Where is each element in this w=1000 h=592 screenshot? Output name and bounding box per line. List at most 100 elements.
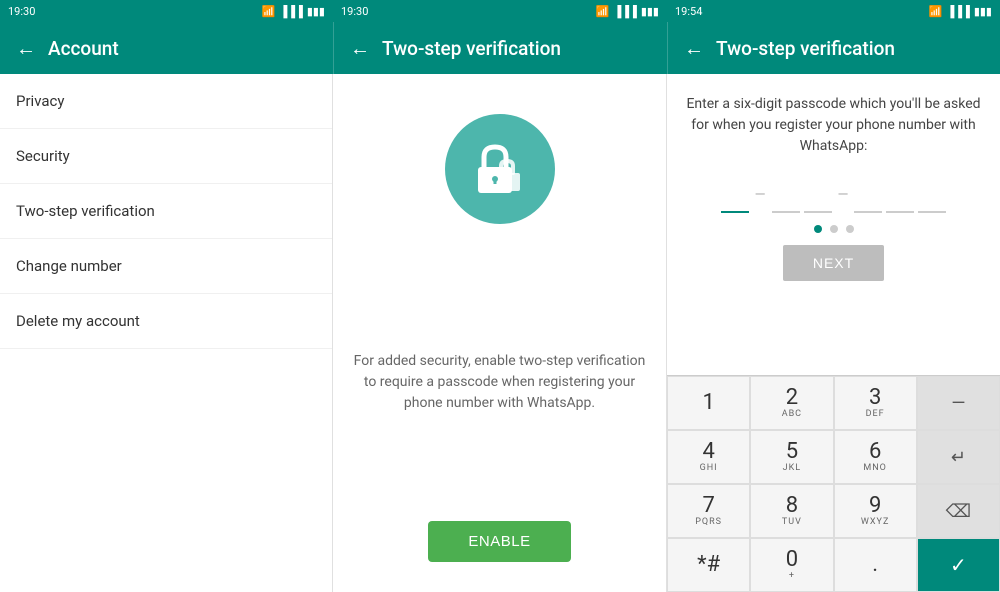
passcode-input-row: — — xyxy=(683,177,984,213)
confirm-icon: ✓ xyxy=(950,553,967,577)
numpad-letters-4: GHI xyxy=(700,463,718,473)
numpad-key-9[interactable]: 9 WXYZ xyxy=(834,484,917,538)
back-button-mid[interactable]: ← xyxy=(350,36,370,61)
back-button-left[interactable]: ← xyxy=(16,36,36,61)
separator-1: — xyxy=(755,187,766,203)
app-bars: ← Account ← Two-step verification ← Two-… xyxy=(0,22,1000,74)
signal-icon: ▐▐▐ xyxy=(279,5,302,18)
numpad-key-4[interactable]: 4 GHI xyxy=(667,430,750,484)
passcode-digit-6[interactable] xyxy=(918,177,946,213)
dots-row xyxy=(683,225,984,233)
numpad-key-8[interactable]: 8 TUV xyxy=(750,484,833,538)
numpad-key-2[interactable]: 2 ABC xyxy=(750,376,833,430)
dot-1 xyxy=(814,225,822,233)
battery-icon-mid: ▮▮▮ xyxy=(641,5,659,18)
battery-icon: ▮▮▮ xyxy=(307,5,325,18)
numpad-letters-9: WXYZ xyxy=(861,517,889,527)
app-bar-title-left: Account xyxy=(48,37,119,60)
numpad-num-7: 7 xyxy=(702,495,714,517)
dot-2 xyxy=(830,225,838,233)
lock-icon-circle xyxy=(445,114,555,224)
wifi-icon-mid: 📶 xyxy=(596,5,610,18)
menu-item-change-number[interactable]: Change number xyxy=(0,239,332,294)
numpad-num-9: 9 xyxy=(869,495,881,517)
numpad-num-0: 0 xyxy=(786,549,798,571)
numpad-key-confirm[interactable]: ✓ xyxy=(917,538,1000,592)
menu-item-privacy[interactable]: Privacy xyxy=(0,74,332,129)
numpad-key-1[interactable]: 1 xyxy=(667,376,750,430)
passcode-description: Enter a six-digit passcode which you'll … xyxy=(683,94,984,157)
numpad-key-6[interactable]: 6 MNO xyxy=(834,430,917,484)
dot-3 xyxy=(846,225,854,233)
numpad-key-star-hash[interactable]: *# xyxy=(667,538,750,592)
numpad-key-period[interactable]: . xyxy=(834,538,917,592)
app-bar-left: ← Account xyxy=(0,22,333,74)
status-bars: 19:30 📶 ▐▐▐ ▮▮▮ 19:30 📶 ▐▐▐ ▮▮▮ 19:54 📶 … xyxy=(0,0,1000,22)
app-bar-right: ← Two-step verification xyxy=(667,22,1000,74)
panel-right: Enter a six-digit passcode which you'll … xyxy=(667,74,1000,592)
numpad-star-hash: *# xyxy=(697,554,720,576)
numpad-dash: — xyxy=(951,393,965,414)
numpad-num-6: 6 xyxy=(869,441,881,463)
numpad-key-return[interactable]: ↵ xyxy=(917,430,1000,484)
passcode-digit-2[interactable] xyxy=(772,177,800,213)
menu-item-security[interactable]: Security xyxy=(0,129,332,184)
status-icons-left: 📶 ▐▐▐ ▮▮▮ xyxy=(262,5,325,18)
main-content: Privacy Security Two-step verification C… xyxy=(0,74,1000,592)
next-button[interactable]: NEXT xyxy=(783,245,884,281)
signal-icon-right: ▐▐▐ xyxy=(946,5,969,18)
numpad-letters-3: DEF xyxy=(866,409,885,419)
status-icons-right: 📶 ▐▐▐ ▮▮▮ xyxy=(929,5,992,18)
numpad-num-2: 2 xyxy=(786,387,798,409)
wifi-icon: 📶 xyxy=(262,5,276,18)
panel-left: Privacy Security Two-step verification C… xyxy=(0,74,333,592)
numpad-key-0[interactable]: 0 + xyxy=(750,538,833,592)
passcode-digit-5[interactable] xyxy=(886,177,914,213)
app-bar-mid: ← Two-step verification xyxy=(333,22,667,74)
numpad-key-dash[interactable]: — xyxy=(917,376,1000,430)
numpad-num-8: 8 xyxy=(786,495,798,517)
menu-item-two-step[interactable]: Two-step verification xyxy=(0,184,332,239)
verification-description: For added security, enable two-step veri… xyxy=(349,351,650,414)
numpad-key-3[interactable]: 3 DEF xyxy=(834,376,917,430)
numpad-letters-6: MNO xyxy=(863,463,886,473)
numpad-key-backspace[interactable]: ⌫ xyxy=(917,484,1000,538)
lock-icon xyxy=(470,139,530,199)
panel-mid: For added security, enable two-step veri… xyxy=(333,74,667,592)
numpad-num-3: 3 xyxy=(869,387,881,409)
app-bar-title-right: Two-step verification xyxy=(716,37,895,60)
enable-button[interactable]: ENABLE xyxy=(428,521,570,562)
backspace-icon: ⌫ xyxy=(946,501,971,522)
numpad-key-5[interactable]: 5 JKL xyxy=(750,430,833,484)
numpad-letters-5: JKL xyxy=(783,463,801,473)
numpad-num-5: 5 xyxy=(786,441,798,463)
passcode-digit-4[interactable] xyxy=(854,177,882,213)
numpad-num-4: 4 xyxy=(702,441,714,463)
passcode-section: Enter a six-digit passcode which you'll … xyxy=(667,74,1000,375)
back-button-right[interactable]: ← xyxy=(684,36,704,61)
numpad-letters-8: TUV xyxy=(782,517,802,527)
status-icons-mid: 📶 ▐▐▐ ▮▮▮ xyxy=(596,5,659,18)
signal-icon-mid: ▐▐▐ xyxy=(613,5,636,18)
numpad-letters-0: + xyxy=(789,571,795,581)
time-right: 19:54 xyxy=(675,5,702,18)
numpad-letters-2: ABC xyxy=(782,409,802,419)
numpad-return: ↵ xyxy=(951,447,966,468)
numpad: 1 2 ABC 3 DEF — 4 GHI 5 JKL xyxy=(667,375,1000,592)
status-bar-right: 19:54 📶 ▐▐▐ ▮▮▮ xyxy=(667,0,1000,22)
numpad-letters-7: PQRS xyxy=(695,517,722,527)
passcode-digit-1[interactable] xyxy=(721,177,749,213)
status-bar-left: 19:30 📶 ▐▐▐ ▮▮▮ xyxy=(0,0,333,22)
numpad-period: . xyxy=(872,554,878,576)
time-left: 19:30 xyxy=(8,5,35,18)
time-mid: 19:30 xyxy=(341,5,368,18)
numpad-key-7[interactable]: 7 PQRS xyxy=(667,484,750,538)
status-bar-mid: 19:30 📶 ▐▐▐ ▮▮▮ xyxy=(333,0,667,22)
passcode-digit-3[interactable] xyxy=(804,177,832,213)
app-bar-title-mid: Two-step verification xyxy=(382,37,561,60)
battery-icon-right: ▮▮▮ xyxy=(974,5,992,18)
separator-2: — xyxy=(838,187,849,203)
menu-item-delete-account[interactable]: Delete my account xyxy=(0,294,332,349)
wifi-icon-right: 📶 xyxy=(929,5,943,18)
lock-icon-container xyxy=(445,94,555,224)
